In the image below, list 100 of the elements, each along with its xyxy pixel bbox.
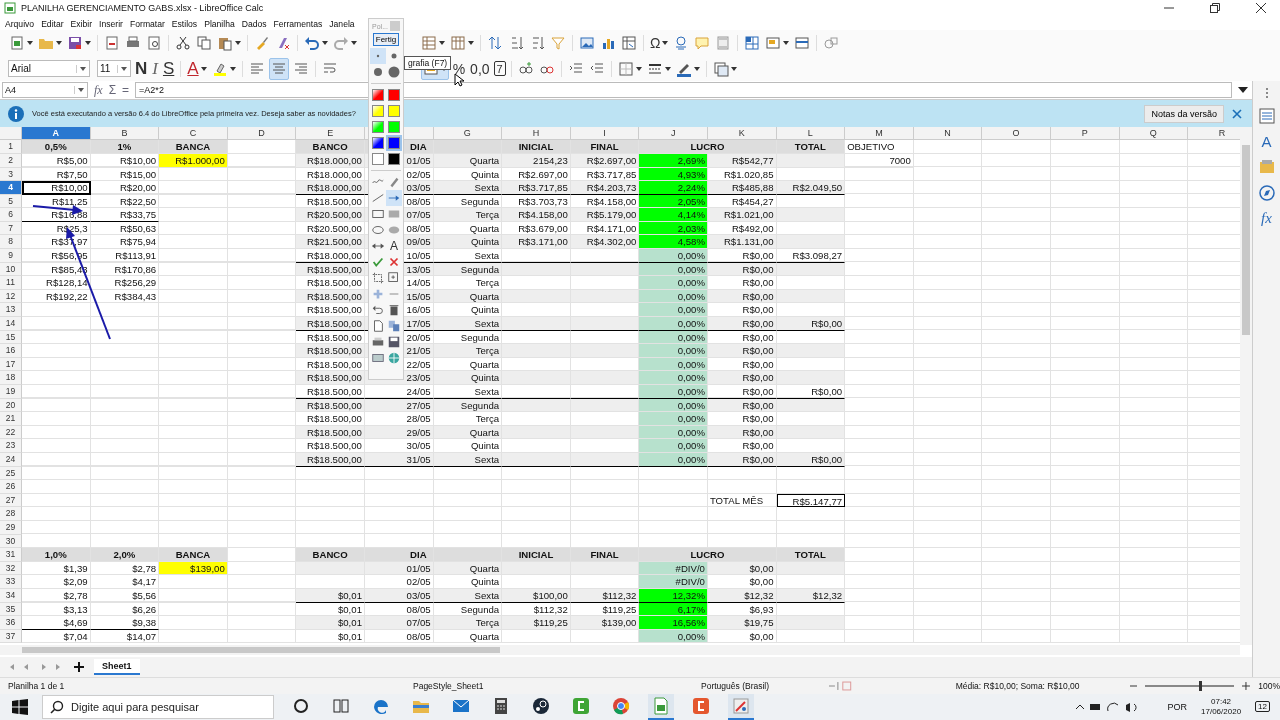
table-cell: Terça [433,208,503,222]
table-cell: 4,58% [639,235,708,250]
table-cell: $0,00 [707,629,777,644]
table-cell: R$384,43 [90,289,160,304]
table-cell: $3,13 [22,602,91,617]
table-cell: R$22,50 [90,194,160,209]
table-cell: 7000 [845,153,914,168]
table-cell: 24/05 [364,385,434,399]
table-cell: R$0,00 [707,276,777,290]
table-cell: R$3.098,27 [776,249,846,263]
table-cell: R$3.717,85 [502,181,571,195]
table-cell: Quinta [433,439,503,453]
table-cell: 02/05 [364,575,434,589]
table-cell: $2,09 [22,575,91,589]
table-cell: TOTAL MÊS [707,493,777,508]
table-cell: $119,25 [502,616,571,630]
window-title: PLANILHA GERENCIAMENTO GABS.xlsx - LibreOffice Calc [21,3,264,14]
table-cell: R$21.500,00 [296,235,365,250]
table-cell: R$0,00 [707,439,777,453]
table-cell: 1,0% [22,548,91,562]
table-cell: 28/05 [364,412,434,426]
table-cell: $0,01 [296,616,365,630]
table-cell: R$15,00 [90,167,160,182]
table-cell: Sexta [433,385,503,399]
table-cell: R$20.500,00 [296,208,365,222]
table-cell: BANCO [296,140,365,154]
table-cell: 30/05 [364,439,434,453]
table-cell: R$485,88 [707,181,777,195]
table-cell: $2,78 [22,588,91,603]
table-cell: FINAL [570,548,640,562]
zoom-level: 100% [1258,681,1280,692]
table-cell: $7,04 [22,629,91,644]
table-cell: $139,00 [570,616,640,630]
table-cell: R$18.500,00 [296,385,365,399]
table-cell: $6,26 [90,602,160,617]
table-cell: R$7,50 [22,167,91,182]
table-cell: $1,39 [22,561,91,576]
table-cell: R$75,94 [90,235,160,250]
table-cell: BANCA [159,140,228,154]
table-cell: R$2.049,50 [776,181,846,195]
table-cell: R$18.500,00 [296,412,365,426]
table-cell: 0,5% [22,140,91,154]
table-cell: Terça [433,344,503,358]
table-cell: R$4.158,00 [502,208,571,222]
table-cell: Sexta [433,249,503,263]
table-cell: BANCO [296,548,365,562]
table-cell: Quinta [433,575,503,589]
table-cell: R$128,14 [22,276,91,290]
table-cell: R$256,29 [90,276,160,290]
table-cell: Terça [433,276,503,290]
table-cell: R$192,22 [22,289,91,304]
table-cell: $19,75 [707,616,777,630]
page-style: PageStyle_Sheet1 [413,681,485,692]
table-cell: $0,00 [707,575,777,589]
table-cell: BANCA [159,548,228,562]
table-cell: R$18.000,00 [296,181,365,195]
table-cell: R$0,00 [707,412,777,426]
table-cell: INICIAL [502,548,571,562]
table-cell: 2,0% [90,548,160,562]
table-cell: R$5.147,77 [776,493,846,508]
table-cell: OBJETIVO [845,140,914,154]
table-cell: Quinta [433,235,503,250]
table-cell: R$50,63 [90,221,160,236]
table-cell: 0,00% [639,371,708,385]
table-cell: $14,07 [90,629,160,644]
table-cell: R$0,00 [707,344,777,358]
table-cell: R$1.131,00 [707,235,777,250]
table-cell: 4,14% [639,208,708,222]
table-cell: LUCRO [639,548,777,562]
table-cell: 0,00% [639,303,708,318]
table-cell: R$0,00 [707,249,777,263]
table-cell: 16,56% [639,616,708,630]
selection-summary: Média: R$10,00; Soma: R$10,00 [955,681,1081,692]
table-cell: TOTAL [776,140,846,154]
table-cell: R$0,00 [707,317,777,331]
sheet-count: Planilha 1 de 1 [8,681,66,692]
table-cell: R$0,00 [776,452,846,467]
table-cell: $12,32 [776,588,846,603]
table-cell: R$18.500,00 [296,317,365,331]
table-cell: Quinta [433,371,503,385]
table-cell: 0,00% [639,276,708,290]
table-cell: 08/05 [364,629,434,644]
language: Português (Brasil) [700,681,771,692]
table-cell: 0,00% [639,317,708,331]
table-cell: R$18.500,00 [296,344,365,358]
table-cell: R$170,86 [90,262,160,277]
table-cell: $0,01 [296,629,365,644]
table-cell: Sexta [433,317,503,331]
tooltip: grafia (F7) [404,56,452,70]
table-cell: 0,00% [639,249,708,263]
table-cell: R$113,91 [90,249,160,263]
table-cell: R$0,00 [707,385,777,399]
table-cell: R$4.302,00 [570,235,640,250]
table-cell: R$0,00 [707,371,777,385]
table-cell: 2,24% [639,181,708,195]
table-cell: Terça [433,616,503,630]
table-cell: $4,17 [90,575,160,589]
table-cell: R$1.021,00 [707,208,777,222]
table-cell: R$18.000,00 [296,249,365,263]
table-cell: Terça [433,412,503,426]
